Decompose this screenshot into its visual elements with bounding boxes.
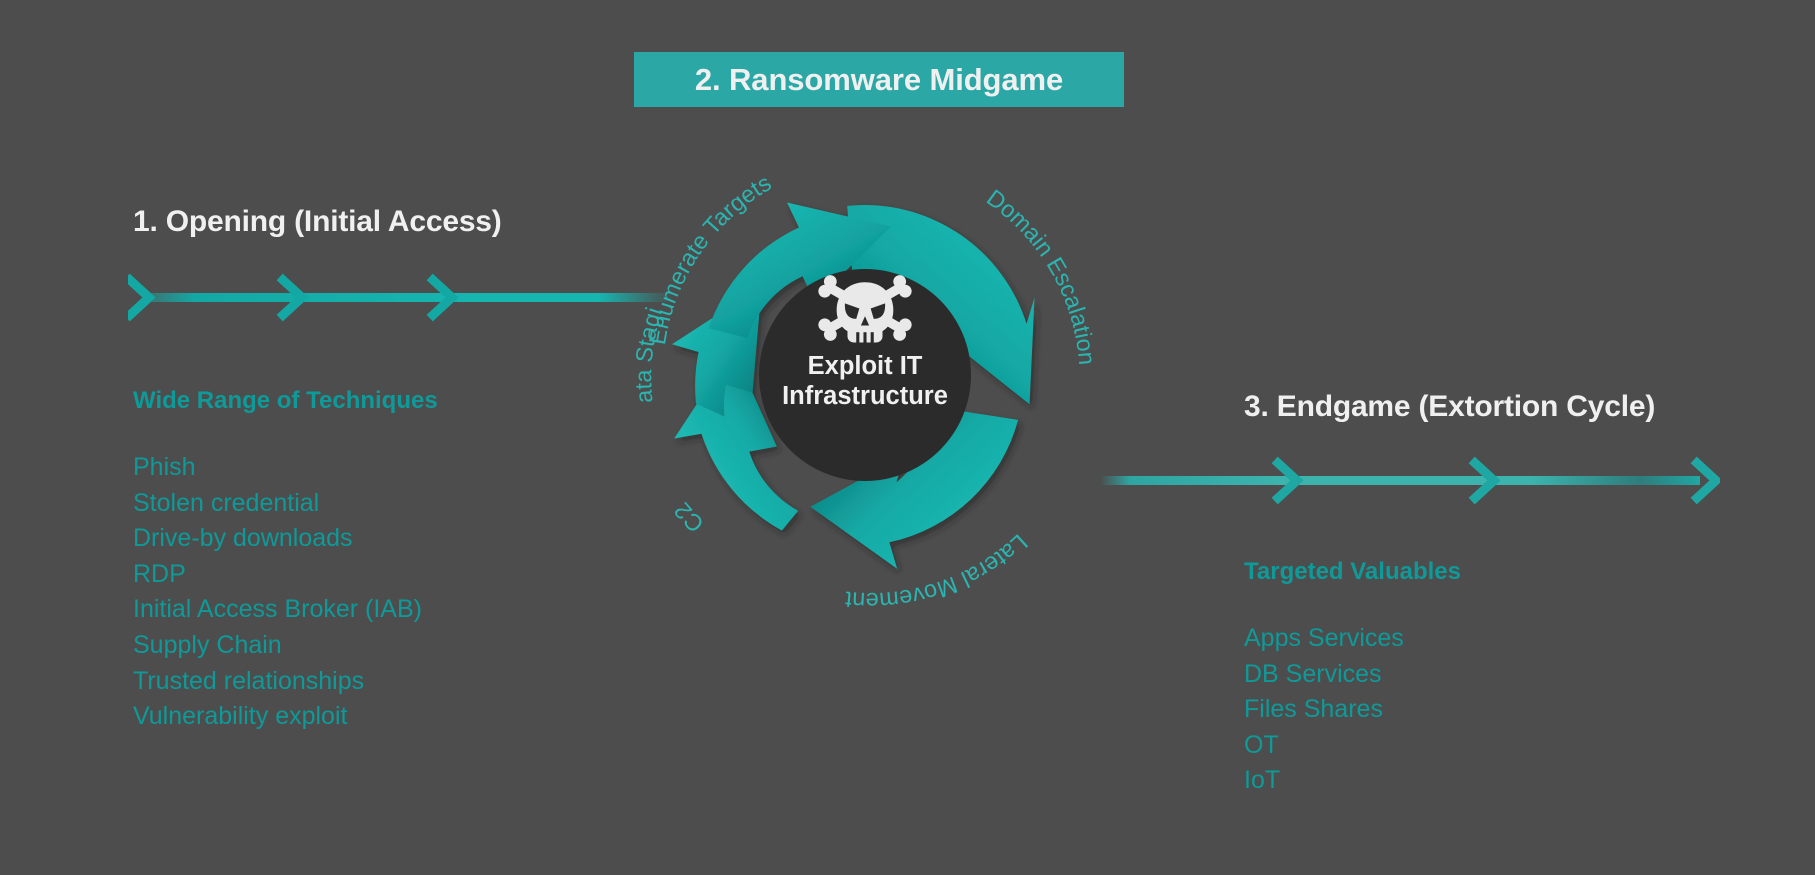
endgame-phase-heading: 3. Endgame (Extortion Cycle) <box>1244 390 1656 423</box>
ransomware-cycle-diagram: Enumerate Targets Domain Escalation Late… <box>612 109 1110 620</box>
opening-phase-heading: 1. Opening (Initial Access) <box>133 205 502 238</box>
endgame-phase-arrow <box>1100 455 1723 505</box>
list-item: Drive-by downloads <box>133 524 353 553</box>
opening-phase-arrow <box>123 272 673 322</box>
midgame-phase-banner-label: 2. Ransomware Midgame <box>694 61 1064 97</box>
list-item: DB Services <box>1244 659 1382 688</box>
cycle-stage-label-c2: C2 <box>669 498 709 538</box>
valuables-list: Apps Services DB Services Files Shares O… <box>1244 621 1404 799</box>
list-item: Trusted relationships <box>133 666 365 695</box>
valuables-sub-heading: Targeted Valuables <box>1244 558 1461 585</box>
diagram-canvas: 2. Ransomware Midgame 1. Opening (Initia… <box>0 0 1815 875</box>
list-item: RDP <box>133 559 186 588</box>
list-item: Vulnerability exploit <box>133 702 348 731</box>
list-item: Files Shares <box>1244 695 1383 724</box>
list-item: Supply Chain <box>133 630 282 659</box>
list-item: IoT <box>1244 766 1281 795</box>
techniques-sub-heading: Wide Range of Techniques <box>133 387 438 414</box>
cycle-core-label-line2: Infrastructure <box>782 382 948 410</box>
list-item: Initial Access Broker (IAB) <box>133 595 422 624</box>
midgame-phase-banner: 2. Ransomware Midgame <box>634 52 1124 107</box>
techniques-list: Phish Stolen credential Drive-by downloa… <box>133 450 422 735</box>
cycle-stage-label-data-staging: Data Staging <box>620 130 667 404</box>
list-item: Stolen credential <box>133 488 320 517</box>
cycle-core-label-line1: Exploit IT <box>808 352 923 380</box>
list-item: Phish <box>133 453 196 481</box>
list-item: OT <box>1244 730 1279 759</box>
list-item: Apps Services <box>1244 624 1404 652</box>
